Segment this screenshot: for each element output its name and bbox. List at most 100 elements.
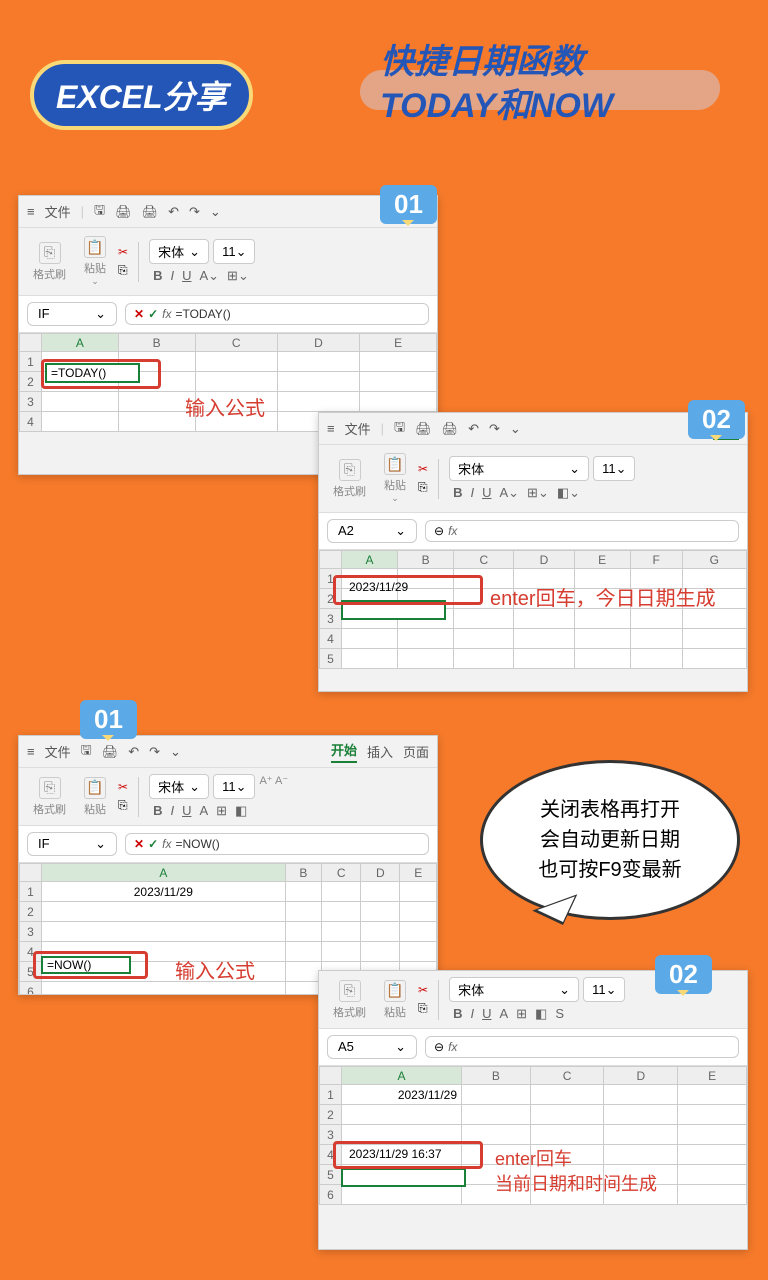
paste-button[interactable]: 📋粘贴⌄: [78, 234, 112, 289]
print2-icon[interactable]: 🖨: [442, 421, 459, 437]
format-brush-button[interactable]: ⎘格式刷: [27, 775, 72, 819]
cancel-icon[interactable]: ✕: [134, 307, 144, 321]
font-size-select[interactable]: 11⌄: [593, 456, 635, 481]
font-name-select[interactable]: 宋体⌄: [449, 456, 589, 481]
undo-icon[interactable]: ↶: [468, 421, 479, 437]
menu-icon[interactable]: ≡: [27, 204, 35, 219]
underline-button[interactable]: U: [482, 1006, 491, 1022]
format-brush-button[interactable]: ⎘格式刷: [327, 457, 372, 501]
name-box[interactable]: IF⌄: [27, 302, 117, 326]
chevron-down-icon[interactable]: ⌄: [210, 204, 221, 220]
font-color-button[interactable]: A: [499, 1006, 508, 1022]
name-box[interactable]: A5⌄: [327, 1035, 417, 1059]
file-menu[interactable]: 文件: [45, 202, 71, 221]
annotation-datetime-gen: 当前日期和时间生成: [495, 1170, 657, 1196]
italic-button[interactable]: I: [170, 268, 174, 284]
redo-icon[interactable]: ↷: [189, 204, 200, 220]
formula-input[interactable]: =TODAY(): [175, 307, 420, 321]
tab-page[interactable]: 页面: [403, 742, 429, 761]
undo-icon[interactable]: ↶: [168, 204, 179, 220]
italic-button[interactable]: I: [470, 485, 474, 501]
undo-icon[interactable]: ↶: [128, 744, 139, 760]
save-icon[interactable]: 🖫: [81, 741, 92, 763]
scissors-icon[interactable]: ✂: [418, 983, 428, 997]
bold-button[interactable]: B: [153, 803, 162, 819]
scissors-icon[interactable]: ✂: [418, 462, 428, 476]
font-name-select[interactable]: 宋体⌄: [149, 239, 209, 264]
italic-button[interactable]: I: [470, 1006, 474, 1022]
strikethrough-button[interactable]: S: [555, 1006, 564, 1022]
tab-insert[interactable]: 插入: [367, 742, 393, 761]
font-color-button[interactable]: A⌄: [199, 268, 219, 284]
fx-icon[interactable]: fx: [162, 837, 171, 851]
format-brush-button[interactable]: ⎘格式刷: [327, 978, 372, 1022]
save-icon[interactable]: 🖫: [394, 418, 405, 440]
selected-cell[interactable]: [341, 1168, 466, 1187]
paste-button[interactable]: 📋粘贴⌄: [378, 451, 412, 506]
copy-icon[interactable]: ⎘: [418, 480, 428, 495]
confirm-icon[interactable]: ✓: [148, 837, 158, 851]
print-icon[interactable]: 🖨: [415, 421, 432, 437]
print-icon[interactable]: 🖨: [115, 204, 132, 220]
underline-button[interactable]: U: [182, 268, 191, 284]
col-header: E: [360, 334, 437, 352]
file-menu[interactable]: 文件: [45, 742, 71, 761]
menu-icon[interactable]: ≡: [327, 421, 335, 436]
font-color-button[interactable]: A⌄: [499, 485, 519, 501]
font-size-select[interactable]: 11⌄: [583, 977, 625, 1002]
col-header: A: [42, 864, 286, 882]
chevron-down-icon[interactable]: ⌄: [510, 421, 521, 437]
menubar: ≡ 文件 | 🖫 🖨 🖨 ↶ ↷ ⌄ 开始: [319, 413, 747, 445]
font-size-select[interactable]: 11⌄: [213, 774, 255, 799]
menu-icon[interactable]: ≡: [27, 744, 35, 759]
speech-bubble: 关闭表格再打开 会自动更新日期 也可按F9变最新: [480, 760, 740, 920]
fill-button[interactable]: ◧⌄: [557, 485, 580, 501]
tab-start[interactable]: 开始: [331, 740, 357, 763]
paste-button[interactable]: 📋粘贴: [378, 978, 412, 1022]
italic-button[interactable]: I: [170, 803, 174, 819]
confirm-icon[interactable]: ✓: [148, 307, 158, 321]
cancel-icon[interactable]: ✕: [134, 837, 144, 851]
copy-icon[interactable]: ⎘: [118, 263, 128, 278]
col-header: A: [342, 1067, 462, 1085]
redo-icon[interactable]: ↷: [149, 744, 160, 760]
bold-button[interactable]: B: [153, 268, 162, 284]
paste-button[interactable]: 📋粘贴: [78, 775, 112, 819]
magnify-icon[interactable]: ⊖: [434, 524, 444, 538]
fill-button[interactable]: ◧: [235, 803, 247, 819]
cell-a1: 2023/11/29: [42, 882, 286, 902]
border-button[interactable]: ⊞⌄: [527, 485, 549, 501]
fx-icon[interactable]: fx: [448, 524, 457, 538]
bold-button[interactable]: B: [453, 1006, 462, 1022]
redo-icon[interactable]: ↷: [489, 421, 500, 437]
magnify-icon[interactable]: ⊖: [434, 1040, 444, 1054]
name-box[interactable]: IF⌄: [27, 832, 117, 856]
format-brush-button[interactable]: ⎘格式刷: [27, 240, 72, 284]
print2-icon[interactable]: 🖨: [142, 204, 159, 220]
font-name-select[interactable]: 宋体⌄: [149, 774, 209, 799]
formula-input[interactable]: =NOW(): [175, 837, 420, 851]
chevron-down-icon[interactable]: ⌄: [170, 744, 181, 760]
border-button[interactable]: ⊞: [516, 1006, 527, 1022]
copy-icon[interactable]: ⎘: [418, 1001, 428, 1016]
underline-button[interactable]: U: [182, 803, 191, 819]
border-button[interactable]: ⊞: [216, 803, 227, 819]
copy-icon[interactable]: ⎘: [118, 798, 128, 813]
font-name-select[interactable]: 宋体⌄: [449, 977, 579, 1002]
highlight-box: [33, 951, 148, 979]
scissors-icon[interactable]: ✂: [118, 245, 128, 259]
fx-icon[interactable]: fx: [162, 307, 171, 321]
underline-button[interactable]: U: [482, 485, 491, 501]
bold-button[interactable]: B: [453, 485, 462, 501]
save-icon[interactable]: 🖫: [94, 201, 105, 223]
font-color-button[interactable]: A: [199, 803, 208, 819]
col-header: D: [514, 551, 574, 569]
file-menu[interactable]: 文件: [345, 419, 371, 438]
font-size-select[interactable]: 11⌄: [213, 239, 255, 264]
fx-icon[interactable]: fx: [448, 1040, 457, 1054]
fill-button[interactable]: ◧: [535, 1006, 547, 1022]
formula-bar: IF⌄ ✕ ✓ fx =NOW(): [19, 826, 437, 863]
border-button[interactable]: ⊞⌄: [227, 268, 249, 284]
scissors-icon[interactable]: ✂: [118, 780, 128, 794]
name-box[interactable]: A2⌄: [327, 519, 417, 543]
